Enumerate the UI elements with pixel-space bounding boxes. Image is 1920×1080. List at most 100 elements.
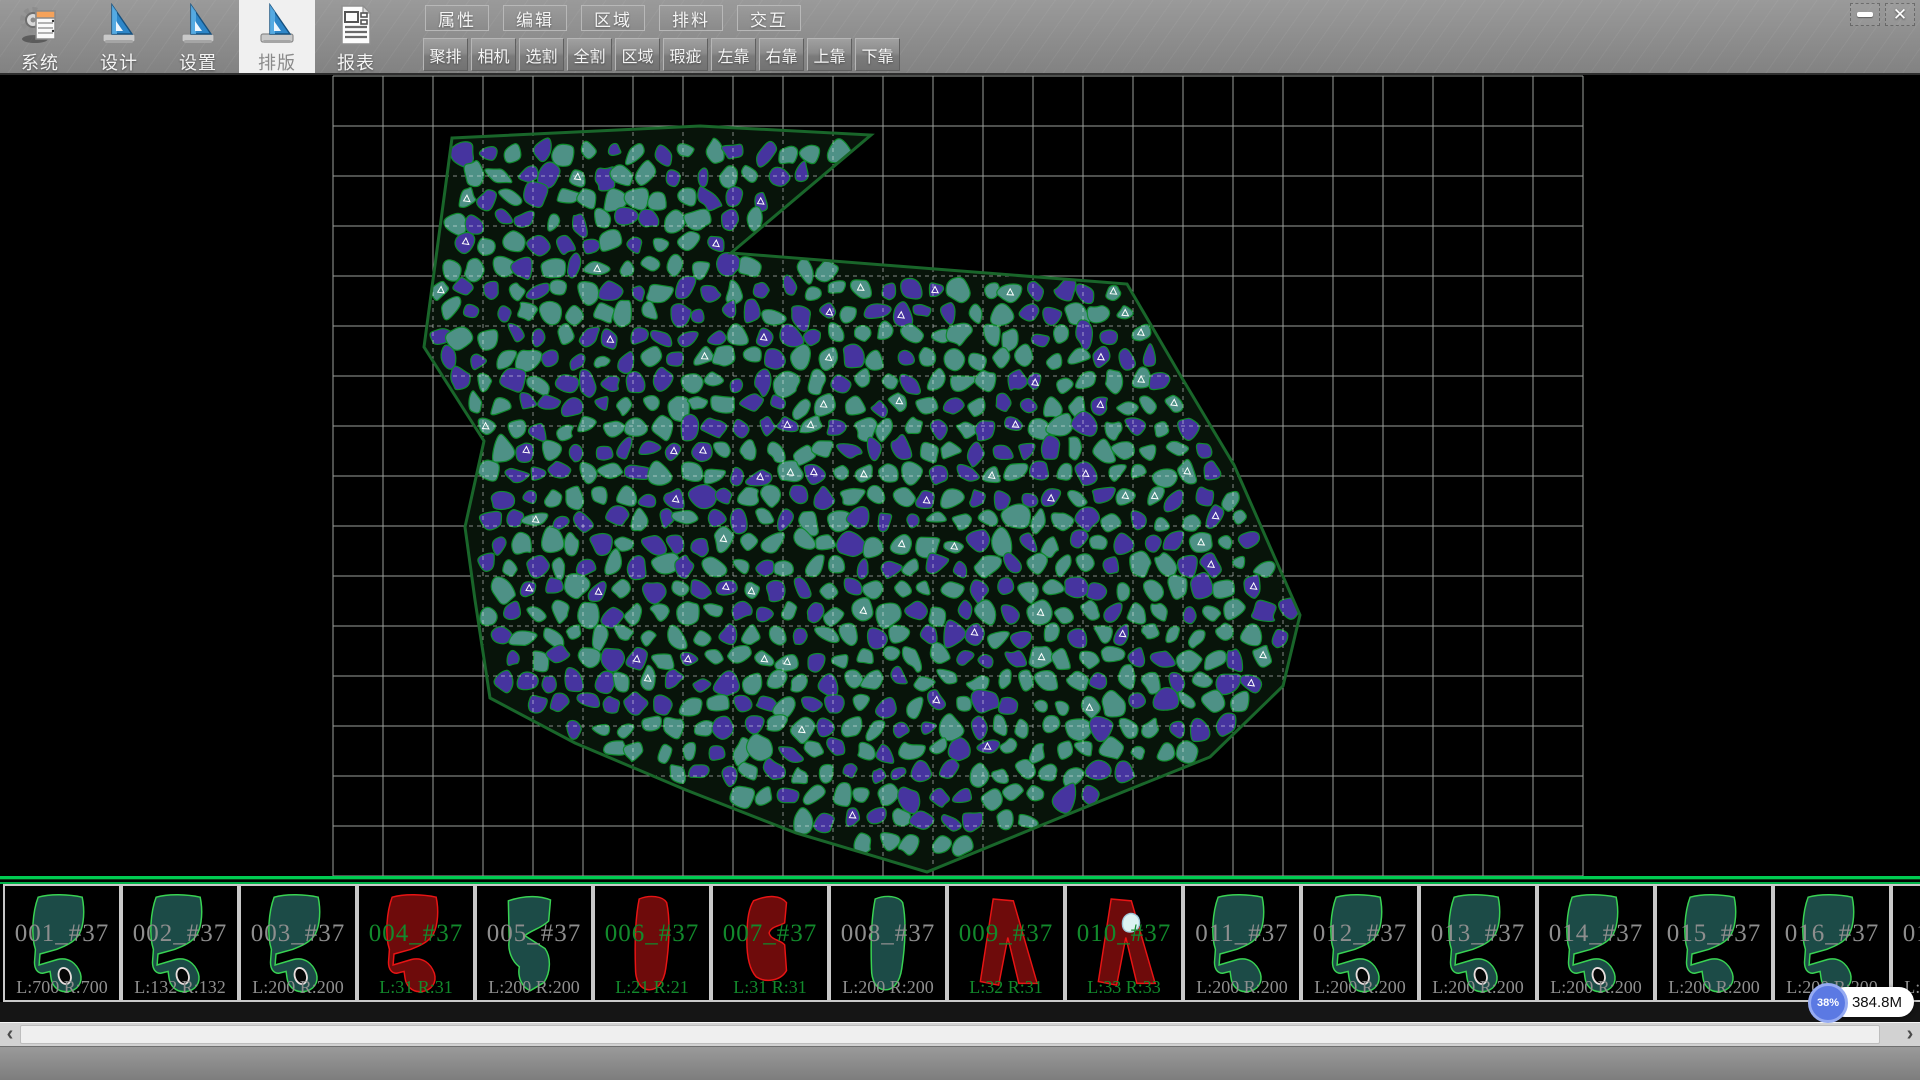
- piece-id-label: 013_#37: [1421, 920, 1535, 948]
- piece-thumbnail[interactable]: 011_#37 L:200 R:200: [1183, 884, 1301, 1002]
- scrollbar-thumb[interactable]: [20, 1025, 1880, 1044]
- window-controls: ✕: [1845, 3, 1915, 26]
- design-icon: [98, 3, 140, 47]
- piece-id-label: 015_#37: [1657, 920, 1771, 948]
- piece-lr-count: L:200 R:200: [831, 977, 945, 998]
- piece-id-label: 003_#37: [241, 920, 355, 948]
- report-icon: [335, 3, 377, 47]
- piece-id-label: 011_#37: [1185, 920, 1299, 948]
- layout-icon: [256, 3, 298, 47]
- tool-button-cut-all[interactable]: 全割: [567, 38, 612, 71]
- toolbar-button-label: 设计: [100, 49, 138, 75]
- menu-item-edit[interactable]: 编辑: [503, 5, 567, 31]
- tool-button-snap-left[interactable]: 左靠: [711, 38, 756, 71]
- piece-lr-count: L:31 R:31: [359, 977, 473, 998]
- piece-id-label: 002_#37: [123, 920, 237, 948]
- piece-thumbnail[interactable]: 008_#37 L:200 R:200: [829, 884, 947, 1002]
- toolbar-button-label: 系统: [21, 49, 59, 75]
- piece-thumbnail[interactable]: 012_#37 L:200 R:200: [1301, 884, 1419, 1002]
- piece-lr-count: L:21 R:21: [595, 977, 709, 998]
- scroll-right-arrow[interactable]: ›: [1900, 1023, 1920, 1046]
- piece-thumbnail[interactable]: 001_#37 L:700 R:700: [3, 884, 121, 1002]
- menu-item-nesting[interactable]: 排料: [659, 5, 723, 31]
- piece-id-label: 017_#37: [1893, 920, 1920, 948]
- memory-badge[interactable]: 384.8M 38%: [1808, 982, 1920, 1024]
- menu-item-properties[interactable]: 属性: [425, 5, 489, 31]
- tool-bar: 聚排相机选割全割区域瑕疵左靠右靠上靠下靠: [423, 38, 903, 71]
- piece-id-label: 010_#37: [1067, 920, 1181, 948]
- strip-gap: [0, 1002, 1920, 1022]
- tool-button-defect[interactable]: 瑕疵: [663, 38, 708, 71]
- piece-thumbnail[interactable]: 003_#37 L:200 R:200: [239, 884, 357, 1002]
- piece-lr-count: L:200 R:200: [477, 977, 591, 998]
- minimize-button[interactable]: [1850, 3, 1880, 26]
- piece-id-label: 008_#37: [831, 920, 945, 948]
- piece-lr-count: L:132 R:132: [123, 977, 237, 998]
- piece-thumbnail-strip: 001_#37L:700 R:700002_#37L:132 R:132003_…: [0, 884, 1920, 1002]
- piece-lr-count: L:200 R:200: [1657, 977, 1771, 998]
- toolbar-button-design[interactable]: 设计: [81, 0, 157, 73]
- piece-thumbnail[interactable]: 005_#37 L:200 R:200: [475, 884, 593, 1002]
- toolbar-button-settings[interactable]: 设置: [160, 0, 236, 73]
- memory-percent-label: 38%: [1817, 997, 1839, 1009]
- piece-lr-count: L:700 R:700: [5, 977, 119, 998]
- toolbar-button-system[interactable]: 系统: [2, 0, 78, 73]
- piece-lr-count: L:31 R:31: [713, 977, 827, 998]
- piece-thumbnail[interactable]: 013_#37 L:200 R:200: [1419, 884, 1537, 1002]
- piece-thumbnail[interactable]: 004_#37 L:31 R:31: [357, 884, 475, 1002]
- scroll-left-arrow[interactable]: ‹: [0, 1023, 20, 1046]
- piece-lr-count: L:200 R:200: [241, 977, 355, 998]
- piece-thumbnail[interactable]: 007_#37 L:31 R:31: [711, 884, 829, 1002]
- piece-lr-count: L:200 R:200: [1185, 977, 1299, 998]
- piece-id-label: 009_#37: [949, 920, 1063, 948]
- piece-id-label: 014_#37: [1539, 920, 1653, 948]
- status-bar: [0, 1046, 1920, 1080]
- app-window: 系统 设计 设置 排版: [0, 0, 1920, 1080]
- piece-id-label: 007_#37: [713, 920, 827, 948]
- piece-id-label: 016_#37: [1775, 920, 1889, 948]
- piece-thumbnail[interactable]: 002_#37 L:132 R:132: [121, 884, 239, 1002]
- tool-button-region[interactable]: 区域: [615, 38, 660, 71]
- minimize-icon: [1857, 12, 1873, 17]
- tool-button-snap-bottom[interactable]: 下靠: [855, 38, 900, 71]
- piece-id-label: 001_#37: [5, 920, 119, 948]
- piece-thumbnail[interactable]: 009_#37 L:32 R:31: [947, 884, 1065, 1002]
- piece-lr-count: L:200 R:200: [1421, 977, 1535, 998]
- main-mode-buttons: 系统 设计 设置 排版: [2, 0, 397, 73]
- memory-percent-circle: 38%: [1808, 983, 1848, 1023]
- piece-thumbnail[interactable]: 006_#37 L:21 R:21: [593, 884, 711, 1002]
- toolbar-button-label: 排版: [258, 49, 296, 75]
- piece-thumbnail[interactable]: 015_#37 L:200 R:200: [1655, 884, 1773, 1002]
- piece-lr-count: L:200 R:200: [1303, 977, 1417, 998]
- piece-thumbnail[interactable]: 014_#37L:200 R:200: [1537, 884, 1655, 1002]
- nesting-canvas[interactable]: [0, 75, 1920, 876]
- close-button[interactable]: ✕: [1885, 3, 1915, 26]
- toolbar-button-label: 设置: [179, 49, 217, 75]
- horizontal-scrollbar[interactable]: ‹ ›: [0, 1022, 1920, 1046]
- menu-bar: 属性编辑区域排料交互: [425, 5, 815, 31]
- strip-accent-line: [0, 876, 1920, 884]
- tool-button-select-cut[interactable]: 选割: [519, 38, 564, 71]
- toolbar-button-label: 报表: [337, 49, 375, 75]
- toolbar-button-report[interactable]: 报表: [318, 0, 394, 73]
- memory-size-label: 384.8M: [1852, 994, 1902, 1011]
- close-icon: ✕: [1893, 6, 1907, 23]
- tool-button-snap-top[interactable]: 上靠: [807, 38, 852, 71]
- piece-thumbnail[interactable]: 010_#37 L:33 R:33: [1065, 884, 1183, 1002]
- canvas-area[interactable]: [0, 75, 1920, 876]
- toolbar-button-layout[interactable]: 排版: [239, 0, 315, 73]
- piece-lr-count: L:32 R:31: [949, 977, 1063, 998]
- tool-button-snap-right[interactable]: 右靠: [759, 38, 804, 71]
- system-icon: [19, 3, 61, 47]
- piece-id-label: 005_#37: [477, 920, 591, 948]
- menu-item-interaction[interactable]: 交互: [737, 5, 801, 31]
- piece-id-label: 004_#37: [359, 920, 473, 948]
- main-toolbar: 系统 设计 设置 排版: [0, 0, 1920, 75]
- menu-item-region[interactable]: 区域: [581, 5, 645, 31]
- piece-id-label: 006_#37: [595, 920, 709, 948]
- tool-button-camera[interactable]: 相机: [471, 38, 516, 71]
- piece-lr-count: L:33 R:33: [1067, 977, 1181, 998]
- tool-button-cluster-nest[interactable]: 聚排: [423, 38, 468, 71]
- settings-icon: [177, 3, 219, 47]
- piece-id-label: 012_#37: [1303, 920, 1417, 948]
